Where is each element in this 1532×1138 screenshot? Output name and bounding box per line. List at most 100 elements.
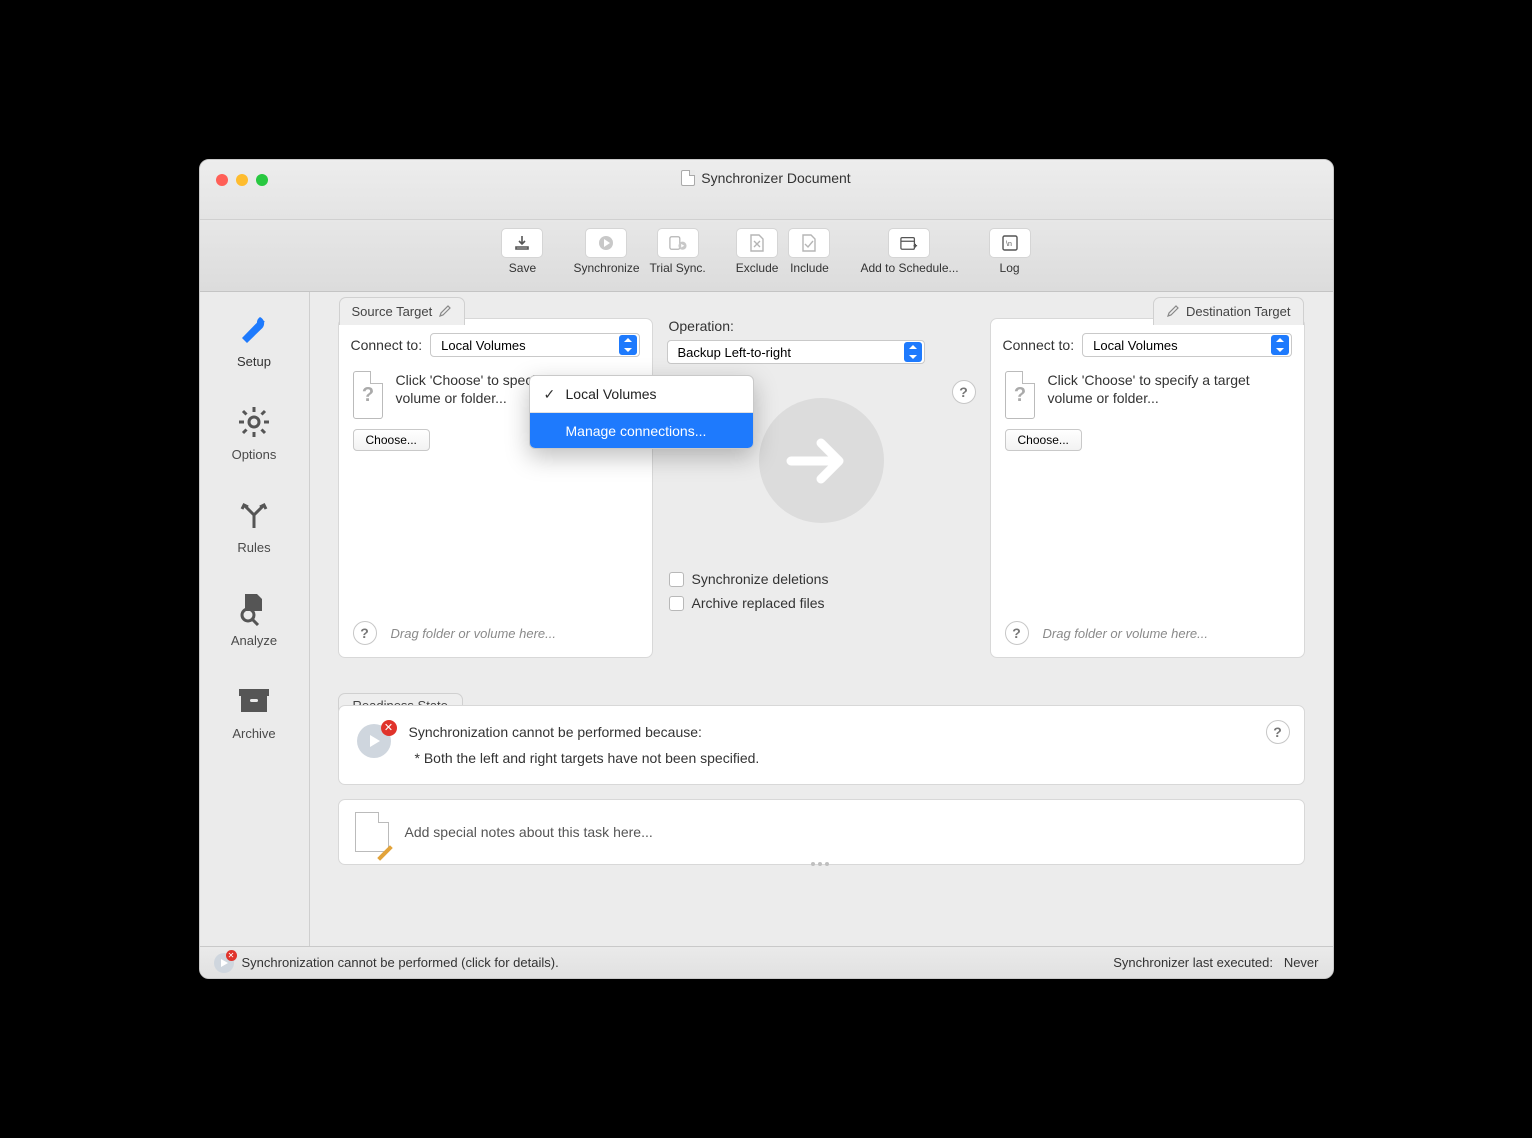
save-button[interactable]: Save — [501, 228, 543, 275]
app-window: Synchronizer Document Save Synchronize — [199, 159, 1334, 979]
include-file-icon — [800, 234, 818, 252]
save-label: Save — [509, 261, 536, 275]
operation-column: Operation: Backup Left-to-right ? Synchr… — [667, 318, 976, 611]
source-connect-select[interactable]: Local Volumes — [430, 333, 639, 357]
readiness-line2: * Both the left and right targets have n… — [409, 750, 760, 766]
source-choose-label: Choose... — [366, 433, 417, 447]
chevron-updown-icon — [904, 342, 922, 362]
exclude-button[interactable]: Exclude — [736, 228, 779, 275]
readiness-help-button[interactable]: ? — [1266, 720, 1290, 744]
dropdown-option-label: Manage connections... — [566, 423, 707, 439]
wrench-icon — [235, 310, 273, 348]
pencil-icon — [438, 305, 452, 319]
dropdown-option-local-volumes[interactable]: ✓ Local Volumes — [530, 376, 753, 412]
sidebar-item-rules[interactable]: Rules — [235, 496, 273, 555]
destination-target-tab-label: Destination Target — [1186, 304, 1291, 319]
notes-icon — [355, 812, 389, 852]
status-error-icon: ✕ — [214, 953, 234, 973]
sidebar: Setup Options Rules Analyze — [200, 292, 310, 946]
notes-panel[interactable]: Add special notes about this task here..… — [338, 799, 1305, 865]
sidebar-item-archive[interactable]: Archive — [232, 682, 275, 741]
chevron-updown-icon — [1271, 335, 1289, 355]
destination-connect-value: Local Volumes — [1093, 338, 1178, 353]
status-bar: ✕ Synchronization cannot be performed (c… — [200, 946, 1333, 978]
readiness-line1: Synchronization cannot be performed beca… — [409, 724, 760, 740]
play-icon — [597, 234, 615, 252]
destination-choose-button[interactable]: Choose... — [1005, 429, 1082, 451]
archive-replaced-label: Archive replaced files — [692, 595, 825, 611]
window-title: Synchronizer Document — [200, 170, 1333, 186]
operation-select[interactable]: Backup Left-to-right — [667, 340, 925, 364]
resize-grip[interactable] — [811, 862, 831, 866]
direction-arrow-icon — [759, 398, 884, 523]
readiness-section: Readiness State ✕ Synchronization cannot… — [338, 705, 1305, 785]
checkbox-icon — [669, 596, 684, 611]
toolbar: Save Synchronize Trial Sync. — [200, 220, 1333, 292]
gear-icon — [235, 403, 273, 441]
status-left-text: Synchronization cannot be performed (cli… — [242, 955, 559, 970]
log-icon: \n — [1001, 234, 1019, 252]
source-choose-button[interactable]: Choose... — [353, 429, 430, 451]
source-target-panel: Source Target Connect to: Local Volumes — [338, 318, 653, 658]
sidebar-item-options[interactable]: Options — [232, 403, 277, 462]
destination-target-tab[interactable]: Destination Target — [1153, 297, 1304, 325]
include-label: Include — [790, 261, 829, 275]
archive-replaced-checkbox[interactable]: Archive replaced files — [669, 595, 976, 611]
add-to-schedule-label: Add to Schedule... — [860, 261, 958, 275]
branch-icon — [235, 496, 273, 534]
connect-dropdown-menu: ✓ Local Volumes Manage connections... — [529, 375, 754, 449]
sync-deletions-checkbox[interactable]: Synchronize deletions — [669, 571, 976, 587]
status-right-value: Never — [1284, 955, 1319, 970]
save-icon — [513, 234, 531, 252]
destination-choose-label: Choose... — [1018, 433, 1069, 447]
file-placeholder-icon: ? — [353, 371, 384, 419]
source-target-tab[interactable]: Source Target — [339, 297, 466, 325]
source-target-tab-label: Source Target — [352, 304, 433, 319]
readiness-panel: ✕ Synchronization cannot be performed be… — [338, 705, 1305, 785]
log-label: Log — [1000, 261, 1020, 275]
notes-placeholder: Add special notes about this task here..… — [405, 824, 653, 840]
destination-desc: Click 'Choose' to specify a target volum… — [1047, 371, 1289, 419]
destination-help-button[interactable]: ? — [1005, 621, 1029, 645]
analyze-icon — [235, 589, 273, 627]
sync-deletions-label: Synchronize deletions — [692, 571, 829, 587]
synchronize-label: Synchronize — [573, 261, 639, 275]
include-button[interactable]: Include — [788, 228, 830, 275]
schedule-icon — [900, 234, 918, 252]
operation-help-button[interactable]: ? — [952, 380, 976, 404]
synchronize-button[interactable]: Synchronize — [573, 228, 639, 275]
svg-text:\n: \n — [1006, 241, 1012, 248]
trial-sync-button[interactable]: Trial Sync. — [650, 228, 706, 275]
sidebar-analyze-label: Analyze — [231, 633, 277, 648]
sidebar-setup-label: Setup — [237, 354, 271, 369]
archive-icon — [235, 682, 273, 720]
sidebar-archive-label: Archive — [232, 726, 275, 741]
sidebar-rules-label: Rules — [237, 540, 270, 555]
trial-play-icon — [669, 234, 687, 252]
readiness-text: Synchronization cannot be performed beca… — [409, 724, 760, 766]
sidebar-item-setup[interactable]: Setup — [235, 310, 273, 369]
sidebar-item-analyze[interactable]: Analyze — [231, 589, 277, 648]
status-right: Synchronizer last executed: Never — [1113, 955, 1318, 970]
status-left[interactable]: ✕ Synchronization cannot be performed (c… — [214, 953, 559, 973]
destination-connect-label: Connect to: — [1003, 337, 1075, 353]
source-help-button[interactable]: ? — [353, 621, 377, 645]
destination-target-panel: Destination Target Connect to: Local Vol… — [990, 318, 1305, 658]
status-right-label: Synchronizer last executed: — [1113, 955, 1273, 970]
dropdown-option-label: Local Volumes — [566, 386, 657, 402]
chevron-updown-icon — [619, 335, 637, 355]
document-icon — [681, 170, 695, 186]
titlebar: Synchronizer Document — [200, 160, 1333, 220]
exclude-label: Exclude — [736, 261, 779, 275]
add-to-schedule-button[interactable]: Add to Schedule... — [860, 228, 958, 275]
dropdown-option-manage-connections[interactable]: Manage connections... — [530, 412, 753, 448]
check-icon: ✓ — [544, 386, 556, 403]
log-button[interactable]: \n Log — [989, 228, 1031, 275]
destination-connect-select[interactable]: Local Volumes — [1082, 333, 1291, 357]
trial-sync-label: Trial Sync. — [650, 261, 706, 275]
exclude-file-icon — [748, 234, 766, 252]
error-badge-icon: ✕ — [381, 720, 397, 736]
source-connect-label: Connect to: — [351, 337, 423, 353]
file-placeholder-icon: ? — [1005, 371, 1036, 419]
targets-row: Source Target Connect to: Local Volumes — [338, 318, 1305, 683]
